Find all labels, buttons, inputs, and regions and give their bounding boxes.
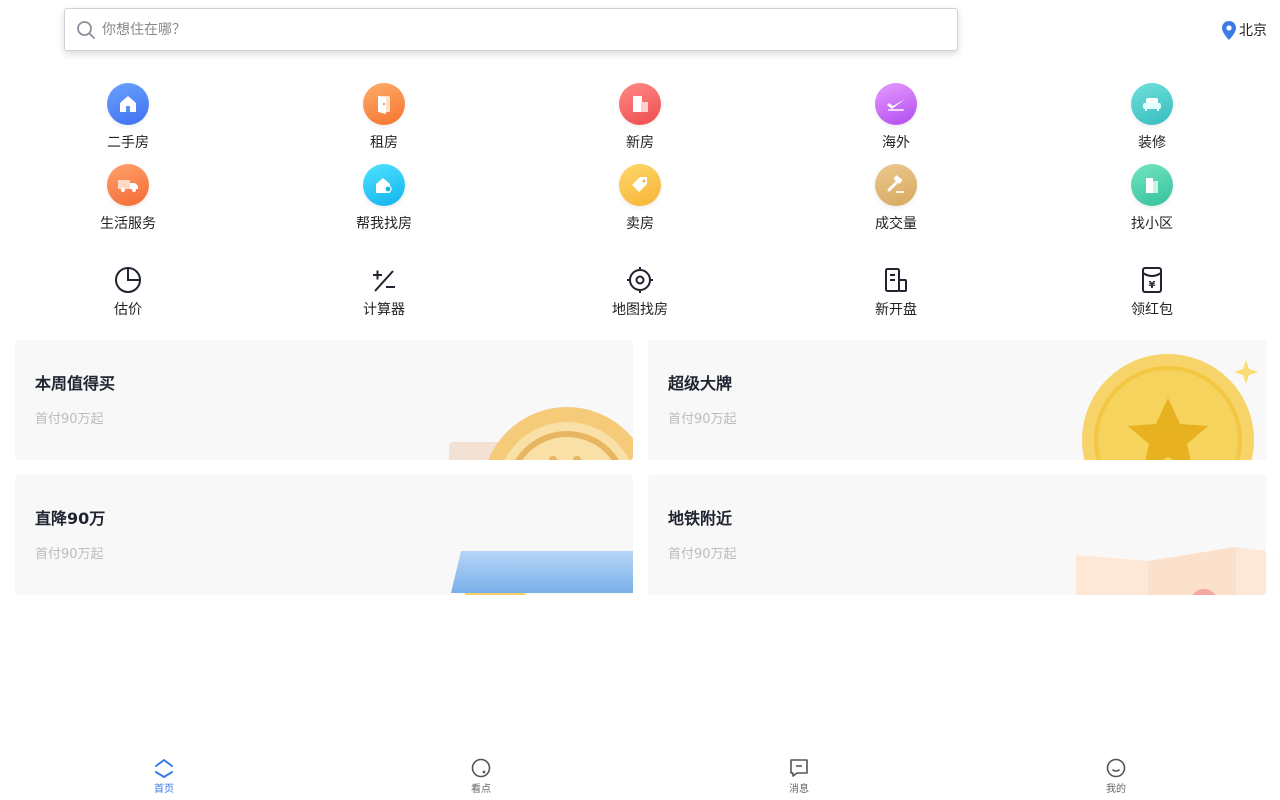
search-input[interactable]: [102, 21, 957, 38]
map-target-icon: [625, 265, 655, 295]
sofa-icon: [1131, 83, 1173, 125]
promo-subtitle: 首付90万起: [35, 547, 104, 562]
category-label: 生活服务: [100, 216, 156, 232]
truck-icon: [107, 164, 149, 206]
category-sell[interactable]: 卖房: [580, 164, 700, 233]
blue-card-art: [451, 551, 633, 595]
gavel-icon: [875, 164, 917, 206]
category-overseas[interactable]: 海外: [836, 83, 956, 152]
category-decoration[interactable]: 装修: [1092, 83, 1212, 152]
category-label: 租房: [370, 135, 398, 151]
tool-label: 领红包: [1131, 302, 1173, 318]
nav-label: 首页: [154, 784, 174, 795]
nav-discover[interactable]: 看点: [441, 752, 521, 795]
promo-subtitle: 首付90万起: [35, 412, 104, 427]
community-icon: [1131, 164, 1173, 206]
svg-text:¥: ¥: [1149, 280, 1156, 291]
building-icon: [619, 83, 661, 125]
tool-label: 估价: [114, 302, 142, 318]
nav-messages[interactable]: 消息: [759, 752, 839, 795]
search-bar[interactable]: [64, 8, 958, 51]
house-icon: [107, 83, 149, 125]
new-building-icon: [881, 265, 911, 295]
category-label: 装修: [1138, 135, 1166, 151]
category-label: 新房: [626, 135, 654, 151]
category-label: 找小区: [1131, 216, 1173, 232]
message-icon: [788, 757, 810, 779]
promo-title: 本周值得买: [35, 374, 116, 393]
red-envelope-icon: ¥: [1137, 265, 1167, 295]
category-label: 卖房: [626, 216, 654, 232]
category-label: 海外: [882, 135, 910, 151]
price-tag-icon: [619, 164, 661, 206]
search-icon: [76, 20, 96, 40]
category-second-hand[interactable]: 二手房: [68, 83, 188, 152]
tool-map-search[interactable]: 地图找房: [580, 265, 700, 319]
discover-icon: [470, 757, 492, 779]
tool-red-envelope[interactable]: ¥ 领红包: [1092, 265, 1212, 319]
category-label: 二手房: [107, 135, 149, 151]
promo-title: 地铁附近: [668, 509, 733, 528]
category-life-service[interactable]: 生活服务: [68, 164, 188, 233]
promo-title: 超级大牌: [668, 374, 733, 393]
tool-label: 计算器: [363, 302, 405, 318]
nav-home[interactable]: 首页: [124, 752, 204, 795]
profile-icon: [1105, 757, 1127, 779]
pie-chart-icon: [113, 265, 143, 295]
location-pin-icon: [1222, 20, 1236, 40]
bottom-navigation: 首页 看点 消息 我的: [0, 752, 1280, 800]
calculator-icon: [369, 265, 399, 295]
tool-label: 新开盘: [875, 302, 917, 318]
plane-icon: [875, 83, 917, 125]
nav-label: 看点: [471, 784, 491, 795]
house-search-icon: [363, 164, 405, 206]
promo-card-price-drop[interactable]: 直降90万 首付90万起: [15, 475, 633, 595]
nav-profile[interactable]: 我的: [1076, 752, 1156, 795]
category-new-home[interactable]: 新房: [580, 83, 700, 152]
city-label: 北京: [1239, 23, 1267, 39]
promo-card-weekly-deals[interactable]: 本周值得买 首付90万起: [15, 340, 633, 460]
category-label: 帮我找房: [356, 216, 412, 232]
home-icon: [153, 757, 175, 779]
door-icon: [363, 83, 405, 125]
star-coin-art: [1082, 354, 1258, 460]
tool-label: 地图找房: [612, 302, 668, 318]
category-rent[interactable]: 租房: [324, 83, 444, 152]
tool-calculator[interactable]: 计算器: [324, 265, 444, 319]
nav-label: 消息: [789, 784, 809, 795]
category-deal-volume[interactable]: 成交量: [836, 164, 956, 233]
category-help-find[interactable]: 帮我找房: [324, 164, 444, 233]
nav-label: 我的: [1106, 784, 1126, 795]
city-selector[interactable]: 北京: [1222, 20, 1267, 40]
promo-subtitle: 首付90万起: [668, 547, 737, 562]
category-label: 成交量: [875, 216, 917, 232]
tool-new-opening[interactable]: 新开盘: [836, 265, 956, 319]
category-find-community[interactable]: 找小区: [1092, 164, 1212, 233]
promo-subtitle: 首付90万起: [668, 412, 737, 427]
coin-art: [449, 407, 633, 460]
map-art: [1076, 547, 1266, 595]
promo-card-super-brand[interactable]: 超级大牌 首付90万起: [648, 340, 1266, 460]
promo-title: 直降90万: [35, 509, 106, 528]
promo-card-near-subway[interactable]: 地铁附近 首付90万起: [648, 475, 1266, 595]
tool-valuation[interactable]: 估价: [68, 265, 188, 319]
